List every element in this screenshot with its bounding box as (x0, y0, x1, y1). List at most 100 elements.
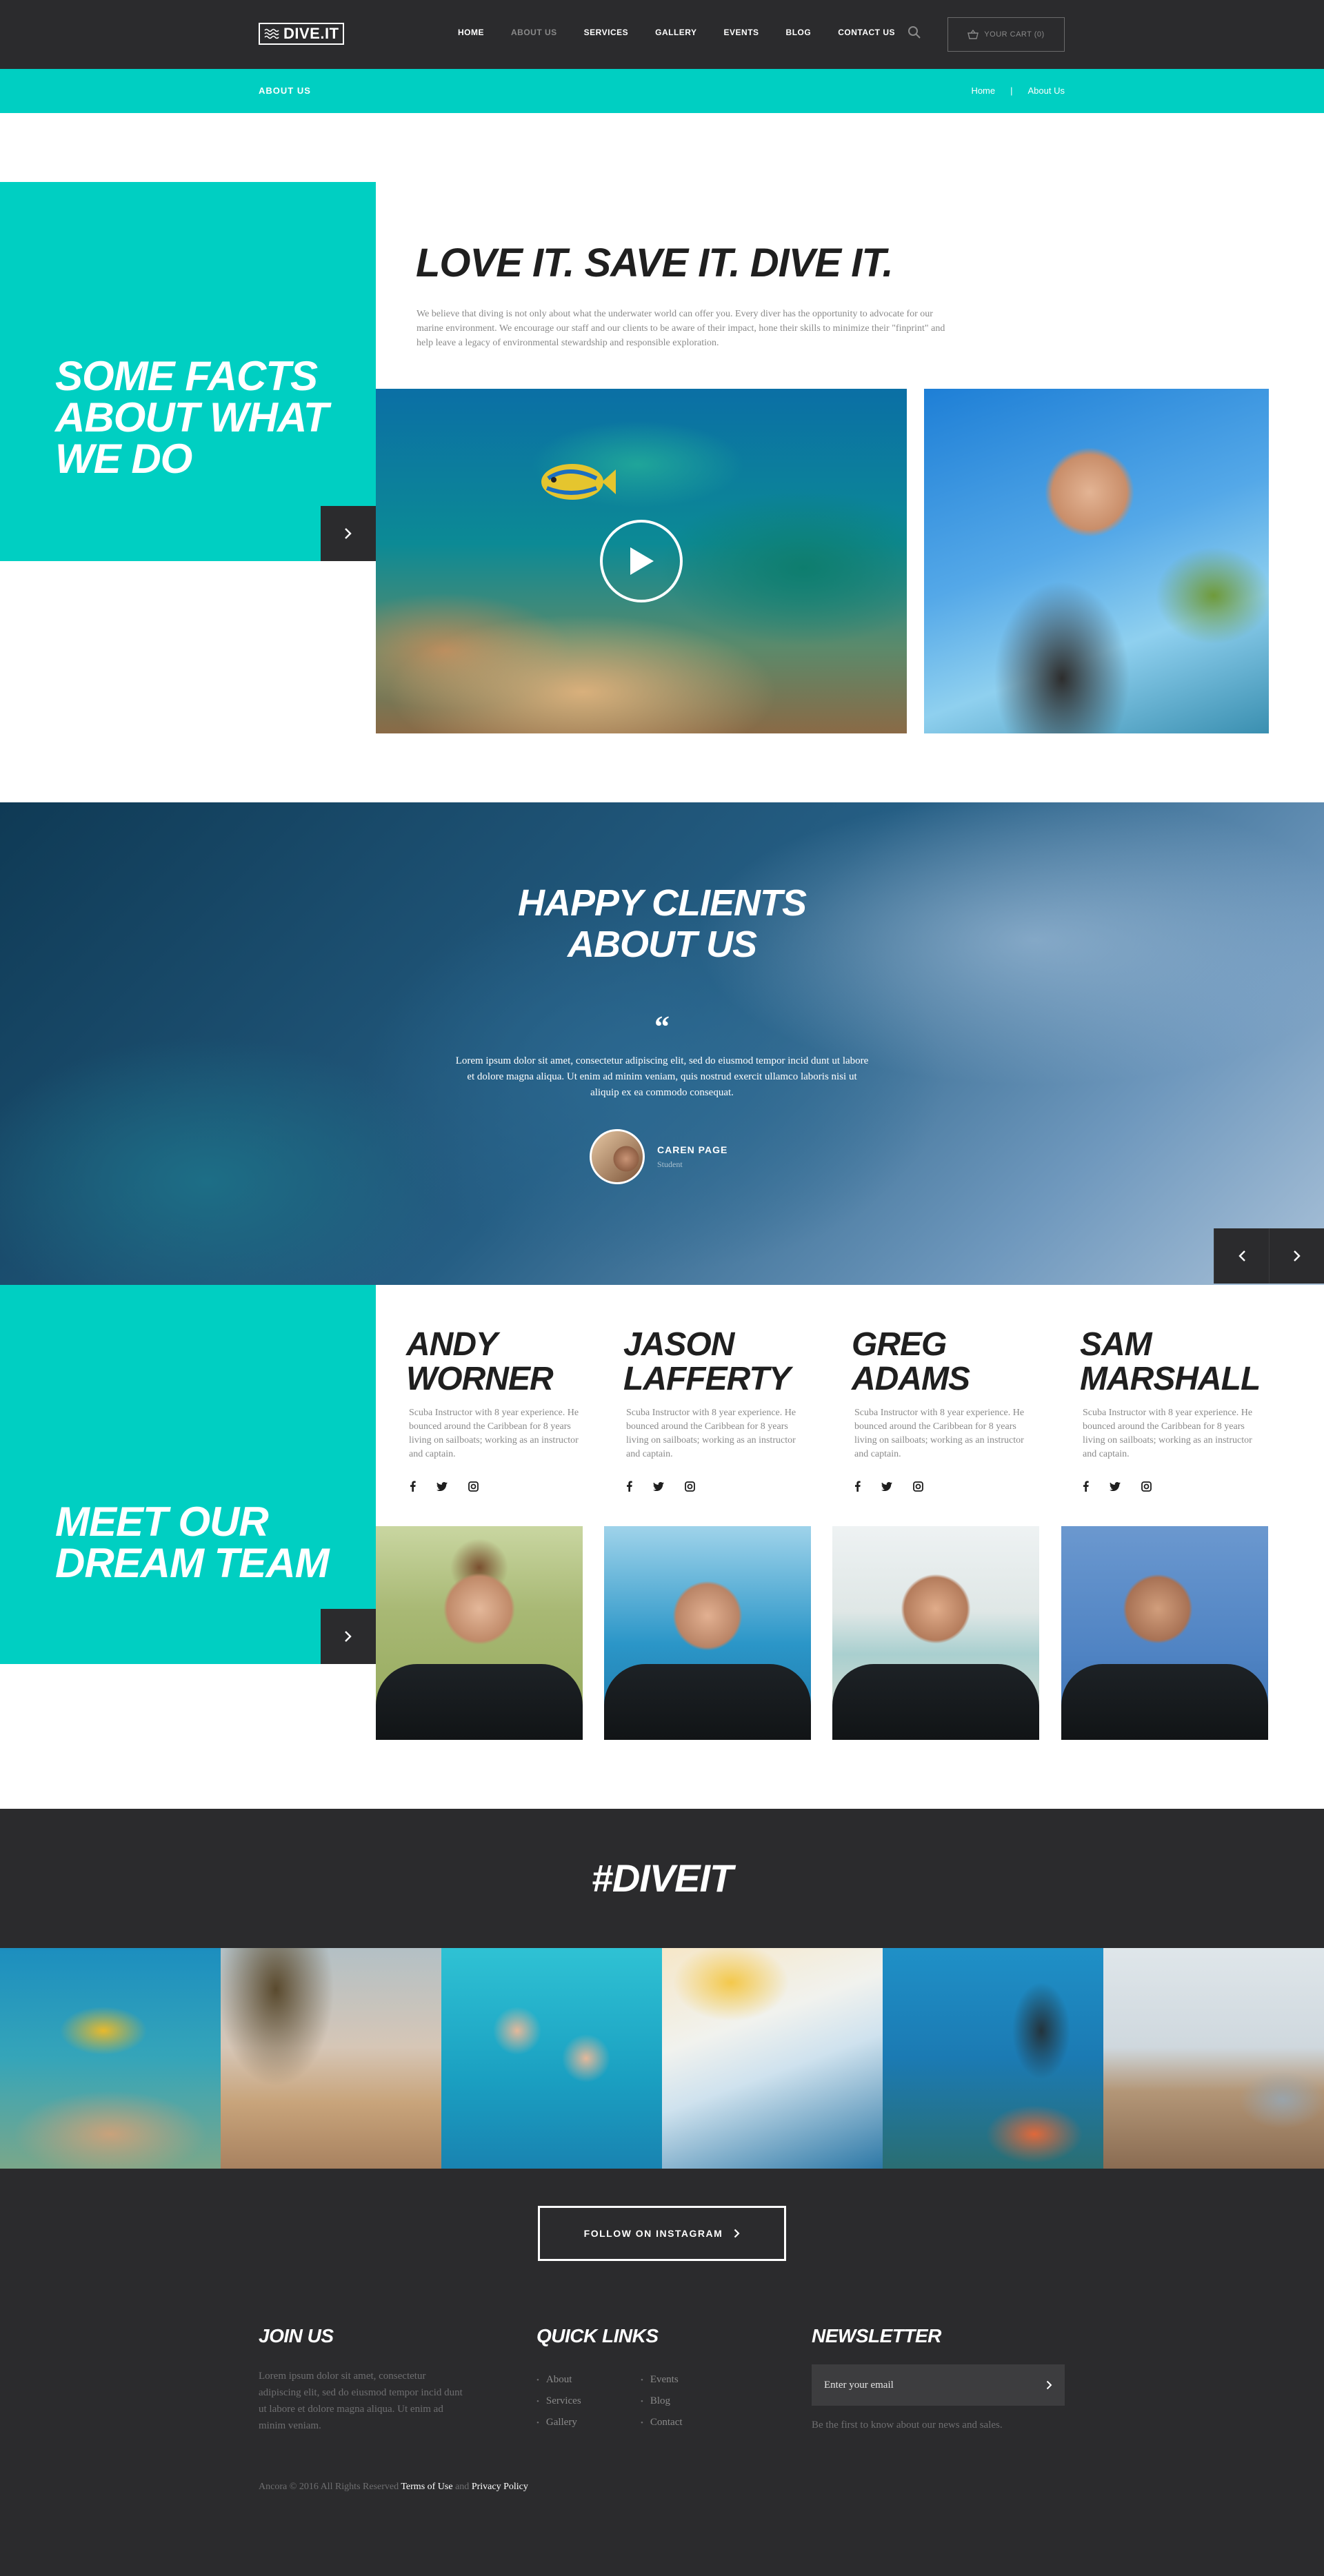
quick-links-col: About Services Gallery (536, 2369, 581, 2433)
facebook-icon[interactable] (627, 1481, 632, 1492)
waves-icon (264, 28, 279, 39)
chevron-right-icon (345, 1631, 352, 1642)
prev-button[interactable] (1214, 1228, 1269, 1284)
twitter-icon[interactable] (1110, 1481, 1121, 1491)
footer-link-events[interactable]: Events (641, 2369, 683, 2391)
join-text: Lorem ipsum dolor sit amet, consectetur … (259, 2371, 463, 2431)
twitter-icon[interactable] (437, 1481, 448, 1491)
wetsuit-image (1061, 1664, 1268, 1740)
breadcrumb: Home | About Us (971, 85, 1065, 96)
twitter-icon[interactable] (653, 1481, 664, 1491)
nav-events[interactable]: EVENTS (724, 28, 759, 37)
facebook-icon[interactable] (855, 1481, 861, 1492)
diver-photo (924, 389, 1269, 733)
email-input[interactable] (824, 2379, 1017, 2391)
instagram-icon[interactable] (468, 1481, 479, 1492)
member-last-name: WORNER (406, 1361, 554, 1397)
facts-next-button[interactable] (321, 506, 376, 561)
submit-arrow-icon[interactable] (1046, 2380, 1052, 2390)
page-title-bar: ABOUT US Home | About Us (0, 69, 1324, 113)
terms-link[interactable]: Terms of Use (401, 2482, 452, 2492)
facebook-icon[interactable] (410, 1481, 416, 1492)
basket-icon (967, 30, 979, 39)
instagram-photo[interactable] (1103, 1948, 1324, 2169)
instagram-section: #DIVEIT FOLLOW ON INSTAGRAM (0, 1809, 1324, 2576)
join-title: JOIN US (259, 2325, 334, 2346)
footer-link-about[interactable]: About (536, 2369, 581, 2391)
instagram-photo[interactable] (662, 1948, 883, 2169)
testimonial-text: Lorem ipsum dolor sit amet, consectetur … (455, 1055, 869, 1098)
copyright: Ancora © 2016 All Rights Reserved Terms … (259, 2482, 528, 2493)
newsletter-title: NEWSLETTER (812, 2325, 941, 2346)
member-last-name: LAFFERTY (623, 1361, 791, 1397)
nav-services[interactable]: SERVICES (584, 28, 628, 37)
team-title-line: DREAM TEAM (55, 1540, 330, 1586)
nav-about-us[interactable]: ABOUT US (511, 28, 557, 37)
nav-home[interactable]: HOME (458, 28, 484, 37)
wetsuit-image (832, 1664, 1039, 1740)
author-name: CAREN PAGE (657, 1144, 728, 1155)
member-socials (855, 1481, 923, 1492)
facts-heading: LOVE IT. SAVE IT. DIVE IT. (416, 241, 894, 285)
instagram-icon[interactable] (913, 1481, 923, 1492)
chevron-right-icon (734, 2229, 740, 2238)
breadcrumb-current[interactable]: About Us (1028, 85, 1065, 96)
member-name: GREG ADAMS (852, 1328, 970, 1397)
instagram-photo[interactable] (441, 1948, 662, 2169)
footer-link-blog[interactable]: Blog (641, 2391, 683, 2412)
wetsuit-image (376, 1664, 583, 1740)
nav-gallery[interactable]: GALLERY (655, 28, 696, 37)
footer-link-gallery[interactable]: Gallery (536, 2412, 581, 2433)
member-bio: Scuba Instructor with 8 year experience.… (854, 1408, 1025, 1459)
member-name: SAM MARSHALL (1080, 1326, 1261, 1397)
instagram-gallery (0, 1948, 1324, 2169)
privacy-link[interactable]: Privacy Policy (472, 2482, 528, 2492)
team-next-button[interactable] (321, 1609, 376, 1664)
instagram-photo[interactable] (883, 1948, 1103, 2169)
instagram-icon[interactable] (685, 1481, 695, 1492)
follow-instagram-button[interactable]: FOLLOW ON INSTAGRAM (538, 2206, 786, 2261)
breadcrumb-home[interactable]: Home (971, 85, 995, 96)
next-button[interactable] (1269, 1228, 1324, 1284)
nav-contact-us[interactable]: CONTACT US (838, 28, 895, 37)
facts-title-line: SOME FACTS (55, 353, 318, 399)
site-header: DIVE.IT HOME ABOUT US SERVICES GALLERY E… (0, 0, 1324, 69)
testimonials-title: HAPPY CLIENTS ABOUT US (0, 882, 1324, 965)
copyright-and: and (455, 2482, 470, 2492)
main-nav: HOME ABOUT US SERVICES GALLERY EVENTS BL… (458, 28, 922, 37)
newsletter-form (812, 2364, 1065, 2406)
member-bio: Scuba Instructor with 8 year experience.… (409, 1408, 579, 1459)
page-title: ABOUT US (259, 85, 311, 96)
instagram-photo[interactable] (0, 1948, 221, 2169)
chevron-right-icon (345, 528, 352, 539)
facebook-icon[interactable] (1083, 1481, 1089, 1492)
facts-panel: SOME FACTS ABOUT WHAT WE DO (0, 182, 376, 561)
search-icon[interactable] (907, 26, 921, 39)
logo[interactable]: DIVE.IT (259, 23, 344, 45)
member-first-name: SAM (1080, 1326, 1152, 1363)
instagram-title: #DIVEIT (591, 1856, 734, 1900)
testimonials-section: HAPPY CLIENTS ABOUT US “ Lorem ipsum dol… (0, 802, 1324, 1285)
cart-label: YOUR CART (0) (984, 30, 1045, 39)
logo-text: DIVE.IT (283, 25, 339, 42)
play-button[interactable] (600, 520, 683, 602)
facts-title-line: WE DO (55, 436, 192, 482)
member-socials (627, 1481, 695, 1492)
nav-blog[interactable]: BLOG (786, 28, 812, 37)
cart-button[interactable]: YOUR CART (0) (947, 17, 1065, 52)
member-socials (410, 1481, 479, 1492)
footer-link-services[interactable]: Services (536, 2391, 581, 2412)
twitter-icon[interactable] (881, 1481, 892, 1491)
facts-title-line: ABOUT WHAT (55, 394, 328, 440)
fish-image (541, 464, 616, 500)
instagram-photo[interactable] (221, 1948, 441, 2169)
footer-link-contact[interactable]: Contact (641, 2412, 683, 2433)
author-info: CAREN PAGE Student (657, 1144, 728, 1170)
author-role: Student (657, 1159, 683, 1169)
quote-icon: “ (654, 1010, 670, 1044)
member-photo (832, 1526, 1039, 1740)
member-name: ANDY WORNER (406, 1328, 554, 1397)
video-thumbnail[interactable] (376, 389, 907, 733)
follow-label: FOLLOW ON INSTAGRAM (583, 2228, 723, 2239)
instagram-icon[interactable] (1141, 1481, 1152, 1492)
